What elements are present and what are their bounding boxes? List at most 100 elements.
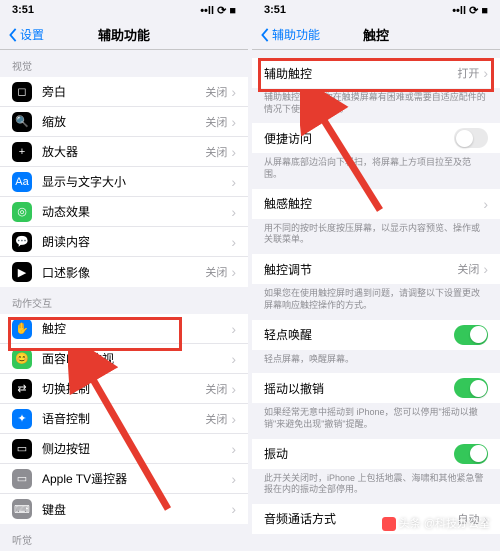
row-icon: ◎ [12,202,32,222]
row-detail: 关闭 [205,84,227,100]
vision-row[interactable]: ▶ 口述影像关闭› [0,257,248,287]
row-label: 辅助触控 [264,65,457,82]
row-icon: ◻ [12,82,32,102]
row-detail: 关闭 [205,264,227,280]
row-label: 侧边按钮 [42,440,231,457]
row-icon: 😊 [12,349,32,369]
row-icon: ⌨ [12,499,32,519]
row-icon: ▭ [12,439,32,459]
vision-row[interactable]: ◻旁白关闭› [0,77,248,107]
row-label: Apple TV遥控器 [42,470,231,487]
chevron-right-icon: › [231,351,236,367]
motion-row[interactable]: ▭ Apple TV遥控器› [0,464,248,494]
help-text: 如果经常无意中摇动到 iPhone，您可以停用"摇动以撤销"来避免出现"撤销"提… [252,403,500,438]
toggle-switch[interactable] [454,128,488,148]
row-icon: 🔍 [12,112,32,132]
row-detail: 关闭 [205,144,227,160]
touch-row[interactable]: 辅助触控打开› [252,58,500,88]
vision-row[interactable]: 💬 朗读内容› [0,227,248,257]
row-icon: ✦ [12,409,32,429]
help-text: 此开关关闭时，iPhone 上包括地震、海啸和其他紧急警报在内的振动全部停用。 [252,469,500,504]
touch-row[interactable]: 便捷访问 [252,123,500,153]
back-label: 辅助功能 [272,26,320,43]
row-label: 轻点唤醒 [264,326,454,343]
chevron-right-icon: › [231,471,236,487]
section-header-vision: 视觉 [0,50,248,77]
row-detail: 关闭 [205,411,227,427]
toggle-switch[interactable] [454,325,488,345]
chevron-right-icon: › [231,264,236,280]
vision-row[interactable]: + 放大器关闭› [0,137,248,167]
chevron-right-icon: › [231,321,236,337]
touch-row[interactable]: 摇动以撤销 [252,373,500,403]
row-label: 便捷访问 [264,130,454,147]
motion-row[interactable]: ▭ 侧边按钮› [0,434,248,464]
help-text: 如果您在使用触控屏时遇到问题，请调整以下设置更改屏幕响应触控操作的方式。 [252,284,500,319]
row-label: 口述影像 [42,264,205,281]
row-label: 切换控制 [42,380,205,397]
row-icon: 💬 [12,232,32,252]
row-label: 面容ID与注视 [42,350,231,367]
navbar: 辅助功能 触控 [252,20,500,50]
section-header-motion: 动作交互 [0,287,248,314]
chevron-right-icon: › [231,381,236,397]
row-icon: ⇄ [12,379,32,399]
row-label: 缩放 [42,113,205,130]
row-label: 朗读内容 [42,233,231,250]
row-icon: ▶ [12,262,32,282]
indicators: ••ll ⟳ ■ [452,4,488,17]
touch-row[interactable]: 振动 [252,439,500,469]
touch-row[interactable]: 触感触控› [252,189,500,219]
row-label: 触控 [42,320,231,337]
row-detail: 打开 [457,65,479,81]
row-icon: ✋ [12,319,32,339]
chevron-right-icon: › [483,65,488,81]
chevron-right-icon: › [483,261,488,277]
watermark-logo [382,517,396,531]
section-header-hearing: 听觉 [0,524,248,551]
row-icon: Aa [12,172,32,192]
row-detail: 关闭 [457,261,479,277]
touch-row[interactable]: 轻点唤醒 [252,320,500,350]
row-label: 放大器 [42,143,205,160]
row-label: 触控调节 [264,261,457,278]
navbar: 设置 辅助功能 [0,20,248,50]
row-icon: + [12,142,32,162]
right-phone: 3:51 ••ll ⟳ ■ 辅助功能 触控 辅助触控打开›辅助触控" 可让你在触… [252,0,500,551]
help-text: 从屏幕底部边沿向下轻扫，将屏幕上方项目拉至及范围。 [252,153,500,188]
back-label: 设置 [20,26,44,43]
row-label: 语音控制 [42,410,205,427]
help-text: 轻点屏幕，唤醒屏幕。 [252,350,500,374]
chevron-right-icon: › [231,174,236,190]
back-button[interactable]: 设置 [8,26,44,43]
motion-row[interactable]: 😊 面容ID与注视› [0,344,248,374]
chevron-right-icon: › [231,411,236,427]
row-label: 显示与文字大小 [42,173,231,190]
chevron-right-icon: › [231,144,236,160]
row-icon: ▭ [12,469,32,489]
toggle-switch[interactable] [454,378,488,398]
row-label: 触感触控 [264,195,483,212]
vision-row[interactable]: 🔍缩放关闭› [0,107,248,137]
chevron-right-icon: › [231,84,236,100]
time: 3:51 [264,4,286,16]
chevron-right-icon: › [483,196,488,212]
back-button[interactable]: 辅助功能 [260,26,320,43]
indicators: ••ll ⟳ ■ [200,4,236,17]
motion-row[interactable]: ✦ 语音控制关闭› [0,404,248,434]
chevron-right-icon: › [231,234,236,250]
motion-row[interactable]: ✋ 触控› [0,314,248,344]
watermark: 头条 @科技办公室 [382,515,490,531]
vision-row[interactable]: Aa 显示与文字大小› [0,167,248,197]
row-detail: 关闭 [205,114,227,130]
touch-row[interactable]: 触控调节关闭› [252,254,500,284]
row-detail: 关闭 [205,381,227,397]
row-label: 摇动以撤销 [264,380,454,397]
time: 3:51 [12,4,34,16]
vision-row[interactable]: ◎动态效果› [0,197,248,227]
statusbar: 3:51 ••ll ⟳ ■ [252,0,500,20]
chevron-right-icon: › [231,441,236,457]
motion-row[interactable]: ⇄ 切换控制关闭› [0,374,248,404]
motion-row[interactable]: ⌨键盘› [0,494,248,524]
toggle-switch[interactable] [454,444,488,464]
